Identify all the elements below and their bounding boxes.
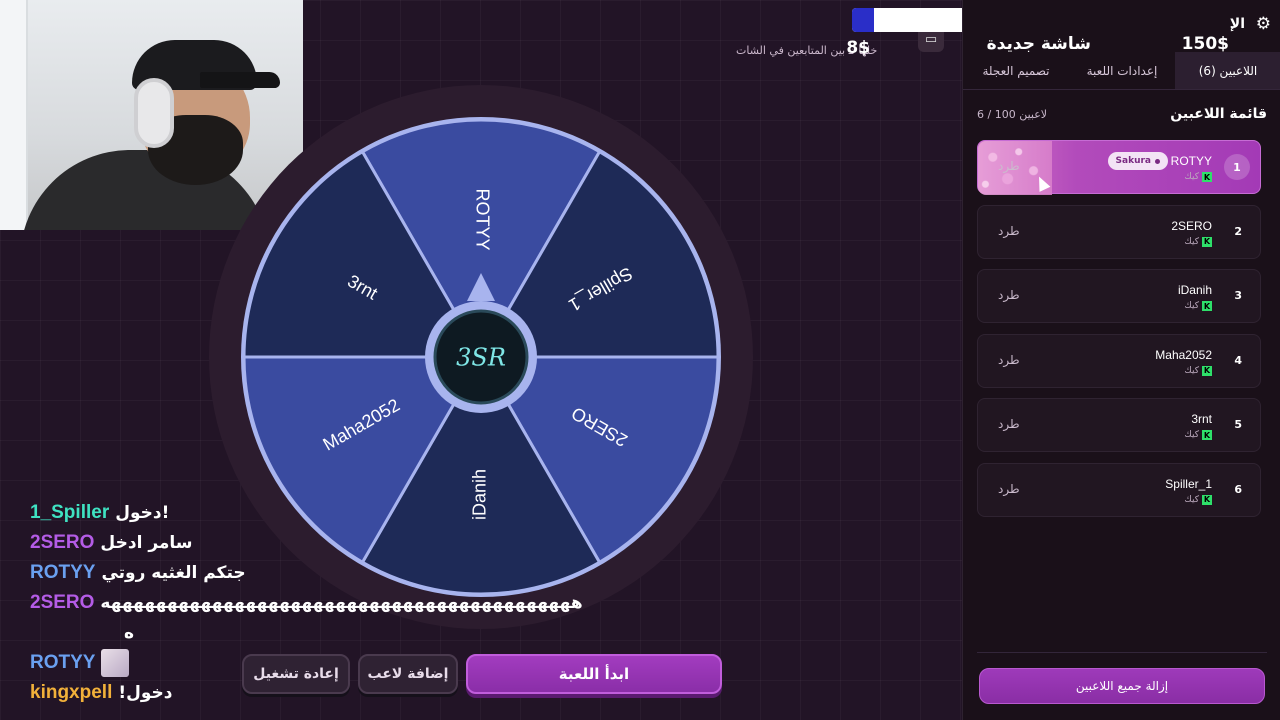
player-badge: Sakura bbox=[1107, 152, 1168, 170]
chat-username: 2SERO bbox=[30, 532, 95, 553]
chat-message: ROTYY جتكم الغثيه روتي bbox=[30, 558, 550, 588]
player-row: 2 2SERO كيك K طرد bbox=[977, 204, 1261, 259]
restart-button[interactable]: إعادة تشغيل bbox=[242, 654, 350, 694]
control-panel: ⚙ الإ شاشة جديدة 150$ تصميم العجلة إعداد… bbox=[962, 0, 1280, 720]
player-platform: كيك K bbox=[1184, 365, 1212, 376]
panel-top-label: الإ bbox=[1229, 16, 1245, 32]
player-row: 4 Maha2052 كيك K طرد bbox=[977, 333, 1261, 388]
tab-wheel-design[interactable]: تصميم العجلة bbox=[963, 52, 1069, 89]
panel-title: شاشة جديدة bbox=[986, 34, 1091, 54]
platform-label: كيك bbox=[1184, 301, 1199, 311]
panel-header: ⚙ الإ شاشة جديدة 150$ bbox=[963, 0, 1280, 54]
kick-player-button[interactable]: طرد bbox=[998, 353, 1020, 367]
kick-player-button[interactable]: طرد bbox=[998, 288, 1020, 302]
overlay-avatar bbox=[852, 8, 874, 32]
player-name: iDanih bbox=[1177, 283, 1212, 297]
wheel-segment-label: ROTYY bbox=[472, 189, 492, 251]
chat-emote-icon bbox=[101, 649, 130, 677]
chat-text: ه bbox=[124, 623, 135, 643]
tab-game-settings[interactable]: إعدادات اللعبة bbox=[1069, 52, 1175, 89]
panel-divider bbox=[977, 652, 1267, 653]
players-list-header: قائمة اللاعبين 6 / 100 لاعبين bbox=[977, 104, 1267, 128]
player-number: 3 bbox=[1234, 289, 1242, 302]
player-name: Spiller_1 bbox=[1165, 476, 1212, 491]
chat-message: 2SERO ههههههههههههههههههههههههههههههههههه… bbox=[30, 588, 583, 618]
platform-label: كيك bbox=[1184, 494, 1199, 505]
kick-player-button[interactable]: طرد bbox=[998, 159, 1020, 173]
panel-price: 150$ bbox=[1181, 34, 1229, 54]
player-row: 6 Spiller_1 كيك K طرد bbox=[977, 462, 1261, 517]
add-player-button[interactable]: إضافة لاعب bbox=[358, 654, 458, 694]
start-game-button[interactable]: ابدأ اللعبة bbox=[466, 654, 722, 694]
wheel-logo: 3SR bbox=[456, 344, 506, 372]
kick-player-button[interactable]: طرد bbox=[998, 417, 1020, 431]
panel-tabs: تصميم العجلة إعدادات اللعبة اللاعبين (6) bbox=[963, 52, 1280, 90]
platform-label: كيك bbox=[1184, 365, 1199, 376]
player-number: 5 bbox=[1234, 418, 1242, 431]
player-number: 6 bbox=[1234, 482, 1242, 496]
chat-message: 2SERO سامر ادخل bbox=[30, 528, 550, 558]
remove-all-players-button[interactable]: إزالة جميع اللاعبين bbox=[979, 668, 1265, 704]
player-row: 3 iDanih كيك K طرد bbox=[977, 269, 1261, 323]
player-row: 1 ROTYY كيك K Sakura طرد bbox=[977, 140, 1261, 195]
chat-text: سامر ادخل bbox=[100, 533, 193, 553]
kick-player-button[interactable]: طرد bbox=[998, 224, 1020, 238]
player-number: 1 bbox=[1224, 154, 1250, 180]
kick-platform-icon: K bbox=[1202, 301, 1212, 311]
player-row: 5 3rnt كيك K طرد bbox=[977, 398, 1261, 452]
viewer-count: 8$ bbox=[846, 38, 870, 58]
platform-label: كيك bbox=[1184, 236, 1199, 247]
kick-platform-icon: K bbox=[1202, 365, 1212, 376]
player-number: 2 bbox=[1234, 224, 1242, 238]
webcam-wall bbox=[0, 0, 28, 230]
player-number: 4 bbox=[1234, 353, 1242, 367]
platform-label: كيك bbox=[1184, 172, 1199, 182]
chat-text: هههههههههههههههههههههههههههههههههههههههه… bbox=[100, 593, 583, 613]
kick-platform-icon: K bbox=[1202, 494, 1212, 505]
player-platform: كيك K bbox=[1184, 494, 1212, 505]
tab-players[interactable]: اللاعبين (6) bbox=[1175, 52, 1280, 89]
chat-text: !دخول bbox=[118, 683, 173, 703]
players-list-title: قائمة اللاعبين bbox=[1170, 106, 1267, 122]
player-name: 3rnt bbox=[1191, 412, 1212, 426]
chat-text: جتكم الغثيه روتي bbox=[101, 563, 246, 583]
player-platform: كيك K bbox=[1184, 301, 1212, 311]
chat-message: 1_Spiller دخول! bbox=[30, 498, 550, 528]
kick-platform-icon: K bbox=[1202, 236, 1212, 247]
badge-label: Sakura bbox=[1115, 156, 1151, 166]
player-platform: كيك K bbox=[1184, 430, 1212, 440]
player-name: 2SERO bbox=[1171, 218, 1212, 233]
chat-message: ه bbox=[30, 618, 550, 648]
kick-platform-icon: K bbox=[1202, 430, 1212, 440]
player-name: Maha2052 bbox=[1155, 347, 1212, 362]
player-name: ROTYY bbox=[1170, 154, 1212, 168]
chat-username: 1_Spiller bbox=[30, 502, 110, 523]
gear-icon[interactable]: ⚙ bbox=[1256, 14, 1271, 34]
chat-username: 2SERO bbox=[30, 592, 95, 613]
chat-username: kingxpell bbox=[30, 682, 113, 703]
kick-player-button[interactable]: طرد bbox=[998, 482, 1020, 496]
kick-platform-icon: K bbox=[1202, 172, 1212, 182]
chat-username: ROTYY bbox=[30, 652, 96, 673]
chat-text: دخول! bbox=[115, 503, 170, 523]
players-list-count: 6 / 100 لاعبين bbox=[977, 108, 1048, 121]
player-platform: كيك K bbox=[1184, 172, 1212, 182]
badge-dot-icon bbox=[1155, 158, 1160, 164]
webcam-headset bbox=[134, 78, 174, 148]
chat-username: ROTYY bbox=[30, 562, 96, 583]
player-platform: كيك K bbox=[1184, 236, 1212, 247]
platform-label: كيك bbox=[1184, 430, 1199, 440]
